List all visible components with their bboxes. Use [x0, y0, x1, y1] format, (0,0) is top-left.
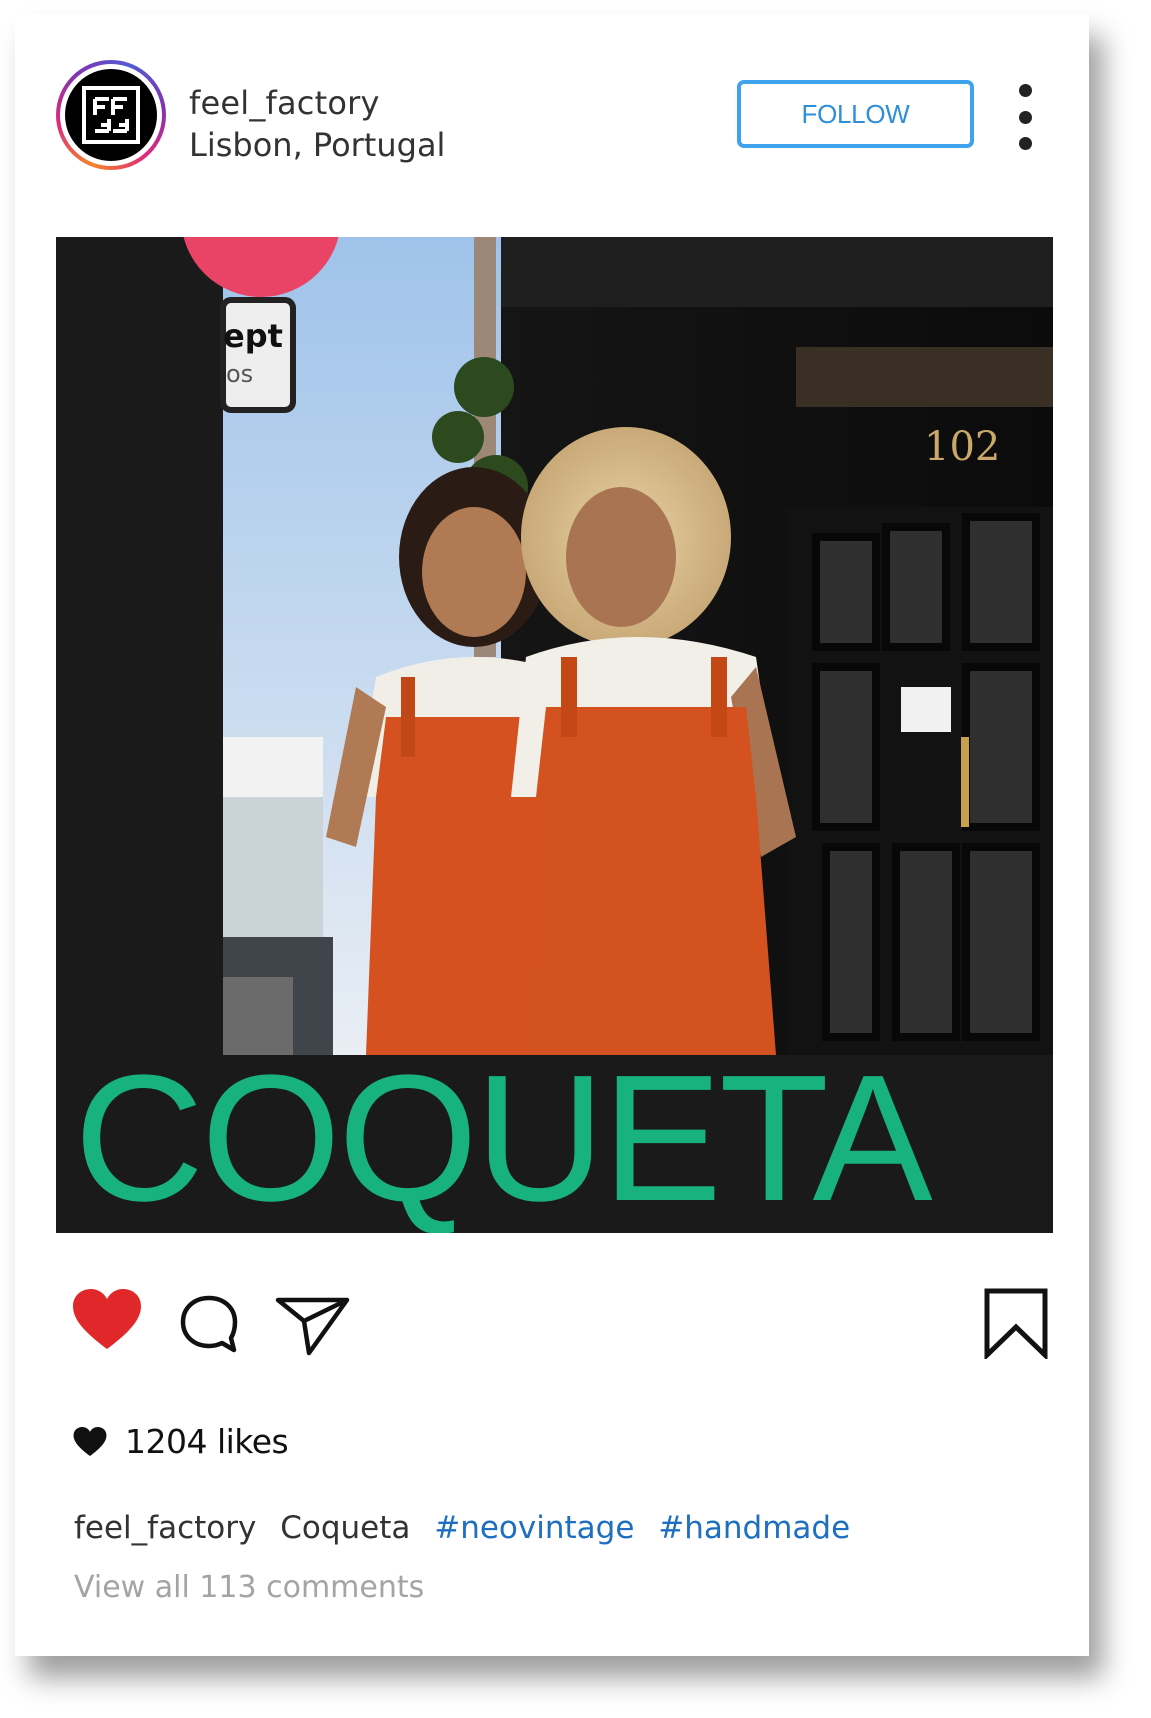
send-paper-plane-icon[interactable]: [275, 1295, 351, 1361]
caption-text: Coqueta: [280, 1510, 411, 1546]
more-vertical-icon[interactable]: [1010, 84, 1040, 150]
likes-count[interactable]: 1204 likes: [125, 1422, 289, 1461]
likes-row: 1204 likes: [73, 1422, 289, 1461]
comment-bubble-icon[interactable]: [178, 1294, 240, 1360]
follow-button[interactable]: FOLLOW: [737, 80, 974, 148]
sign-text: ept: [223, 317, 283, 355]
menu-dot: [1018, 137, 1032, 150]
post-title: COQUETA: [74, 1038, 933, 1233]
bookmark-icon[interactable]: [983, 1287, 1049, 1363]
post-location[interactable]: Lisbon, Portugal: [189, 126, 445, 164]
house-number: 102: [924, 424, 1000, 470]
profile-avatar[interactable]: [56, 60, 166, 170]
caption-username[interactable]: feel_factory: [74, 1510, 256, 1546]
heart-small-icon: [73, 1426, 107, 1456]
avatar-ring: [60, 64, 162, 166]
view-comments-link[interactable]: View all 113 comments: [74, 1570, 424, 1605]
menu-dot: [1018, 110, 1032, 124]
hashtag-handmade[interactable]: #handmade: [658, 1510, 850, 1546]
ff-logo-icon: [65, 69, 157, 161]
sign-subtext: os: [226, 360, 253, 388]
post-username[interactable]: feel_factory: [189, 84, 380, 122]
heart-filled-icon[interactable]: [73, 1289, 141, 1355]
post-image[interactable]: 102 ept os COQUETA: [56, 237, 1053, 1233]
menu-dot: [1018, 84, 1032, 97]
post-caption: feel_factory Coqueta #neovintage #handma…: [74, 1510, 864, 1546]
post-card: feel_factory Lisbon, Portugal FOLLOW 102…: [15, 14, 1089, 1656]
hashtag-neovintage[interactable]: #neovintage: [434, 1510, 634, 1546]
